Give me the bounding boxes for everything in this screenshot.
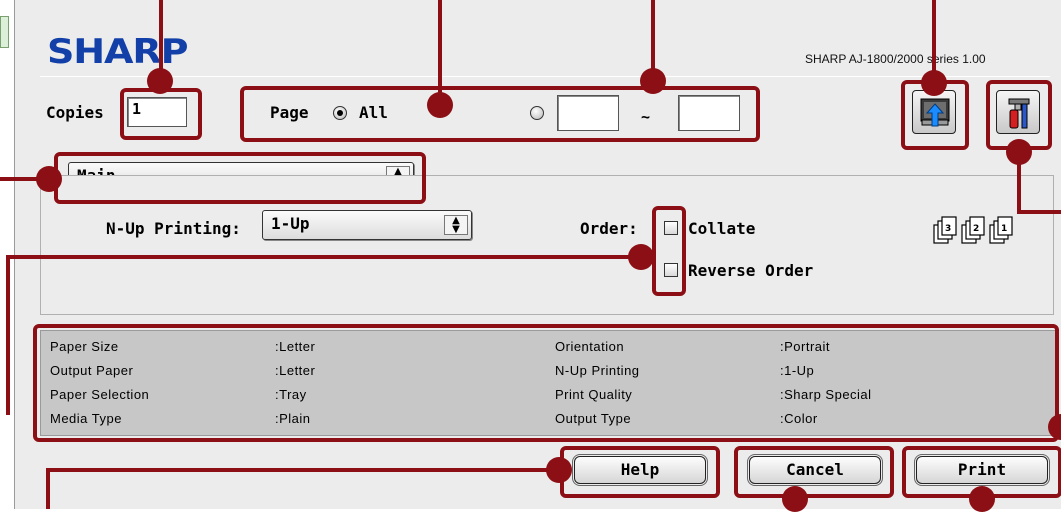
callout-line-utility-v <box>1017 164 1021 214</box>
callout-dot-utility <box>1006 139 1032 165</box>
callout-dot-print <box>969 486 995 512</box>
svg-text:3: 3 <box>945 224 951 234</box>
callout-line-copies <box>159 0 163 76</box>
callout-line-load-settings <box>932 0 936 80</box>
callout-box-cancel <box>734 446 894 498</box>
callout-box-help <box>560 446 720 498</box>
callout-box-copies <box>120 88 202 140</box>
callout-line-page-all <box>438 0 442 100</box>
callout-line-utility-h <box>1017 210 1061 214</box>
order-label: Order: <box>580 219 638 238</box>
nup-select[interactable]: 1-Up ▲ ▼ <box>262 210 472 240</box>
callout-dot-cancel <box>782 486 808 512</box>
sharp-logo: SHARP <box>47 32 189 72</box>
callout-line-page-range <box>651 0 655 78</box>
reverse-order-label: Reverse Order <box>688 261 814 280</box>
callout-box-page <box>240 86 760 142</box>
chevron-updown-icon: ▲▼ <box>444 215 468 235</box>
collate-label: Collate <box>688 219 756 238</box>
callout-line-help-v <box>46 468 50 509</box>
callout-box-summary <box>33 324 1059 442</box>
callout-line-help-h <box>46 468 564 472</box>
callout-box-order <box>652 206 686 296</box>
driver-version: SHARP AJ-1800/2000 series 1.00 <box>805 52 986 66</box>
window-marker <box>0 16 9 48</box>
copies-label: Copies <box>46 103 104 122</box>
callout-box-load-settings <box>901 80 969 150</box>
header-divider <box>40 76 1050 77</box>
collate-pages-icon: 3 2 1 <box>933 216 1013 244</box>
callout-box-panel-menu <box>54 152 426 204</box>
svg-text:1: 1 <box>1001 224 1007 234</box>
svg-text:2: 2 <box>973 224 979 234</box>
nup-value: 1-Up <box>271 214 310 233</box>
callout-dot-order <box>628 244 654 270</box>
nup-label: N-Up Printing: <box>106 219 241 238</box>
callout-line-order-v <box>6 255 10 415</box>
callout-line-order-h <box>6 255 636 259</box>
